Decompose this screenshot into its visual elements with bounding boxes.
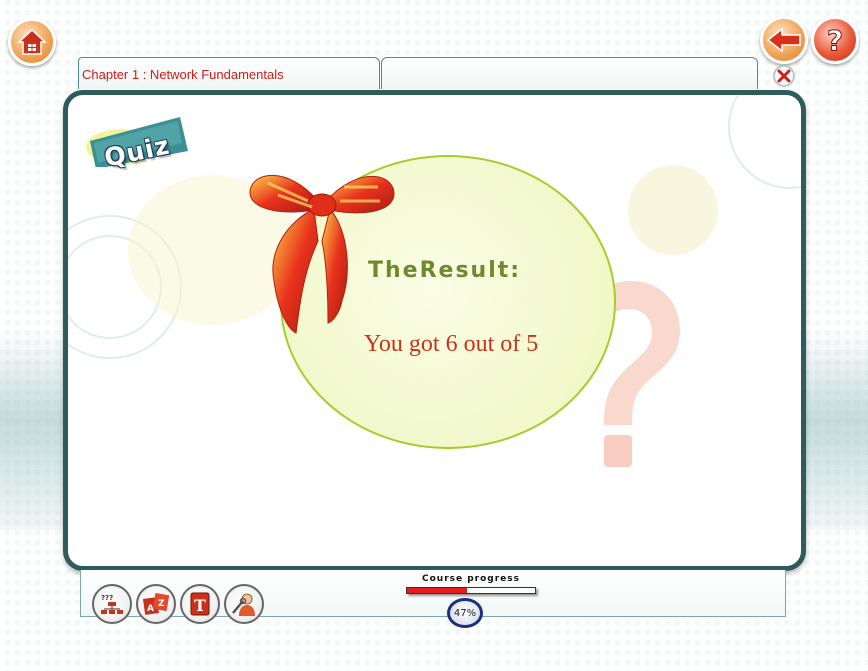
svg-text:Z: Z (158, 599, 165, 609)
back-arrow-icon (766, 27, 801, 53)
quiz-result-panel: Quiz TheResult: You got 6 out of 5 (63, 90, 806, 571)
course-progress-value: 47% (453, 607, 477, 619)
result-score-text: You got 6 out of 5 (364, 331, 539, 357)
text-icon: T (190, 592, 210, 616)
text-view-button[interactable]: T (180, 584, 220, 624)
support-icon (232, 593, 255, 616)
decorative-swirl (728, 95, 801, 189)
svg-text:?: ? (827, 25, 843, 55)
help-button[interactable]: ? (811, 16, 859, 64)
help-icon: ? (826, 25, 843, 55)
svg-text:A: A (147, 604, 154, 614)
chapter-tab[interactable]: Chapter 1 : Network Fundamentals (78, 57, 380, 89)
result-title: TheResult: (368, 258, 522, 283)
course-map-button[interactable]: ??? (92, 584, 132, 624)
course-progress-indicator: 47% (447, 598, 483, 628)
back-button[interactable] (760, 16, 808, 64)
course-progress-fill (407, 588, 468, 593)
background-bubble (628, 165, 718, 255)
secondary-tab (381, 57, 758, 89)
course-progress-bar (406, 587, 536, 594)
course-map-icon: ??? (101, 594, 123, 614)
home-icon (17, 28, 47, 55)
home-button[interactable] (8, 18, 56, 66)
quiz-badge: Quiz (82, 113, 192, 173)
glossary-button[interactable]: A Z (136, 584, 176, 624)
course-progress-label: Course progress (422, 574, 520, 584)
ribbon-bow-icon (249, 174, 395, 334)
chapter-title: Chapter 1 : Network Fundamentals (82, 67, 284, 82)
glossary-icon: A Z (142, 592, 170, 615)
close-button[interactable] (773, 65, 795, 87)
close-icon (777, 69, 791, 83)
support-button[interactable] (224, 584, 264, 624)
svg-text:T: T (194, 596, 206, 615)
svg-text:???: ??? (101, 594, 113, 602)
